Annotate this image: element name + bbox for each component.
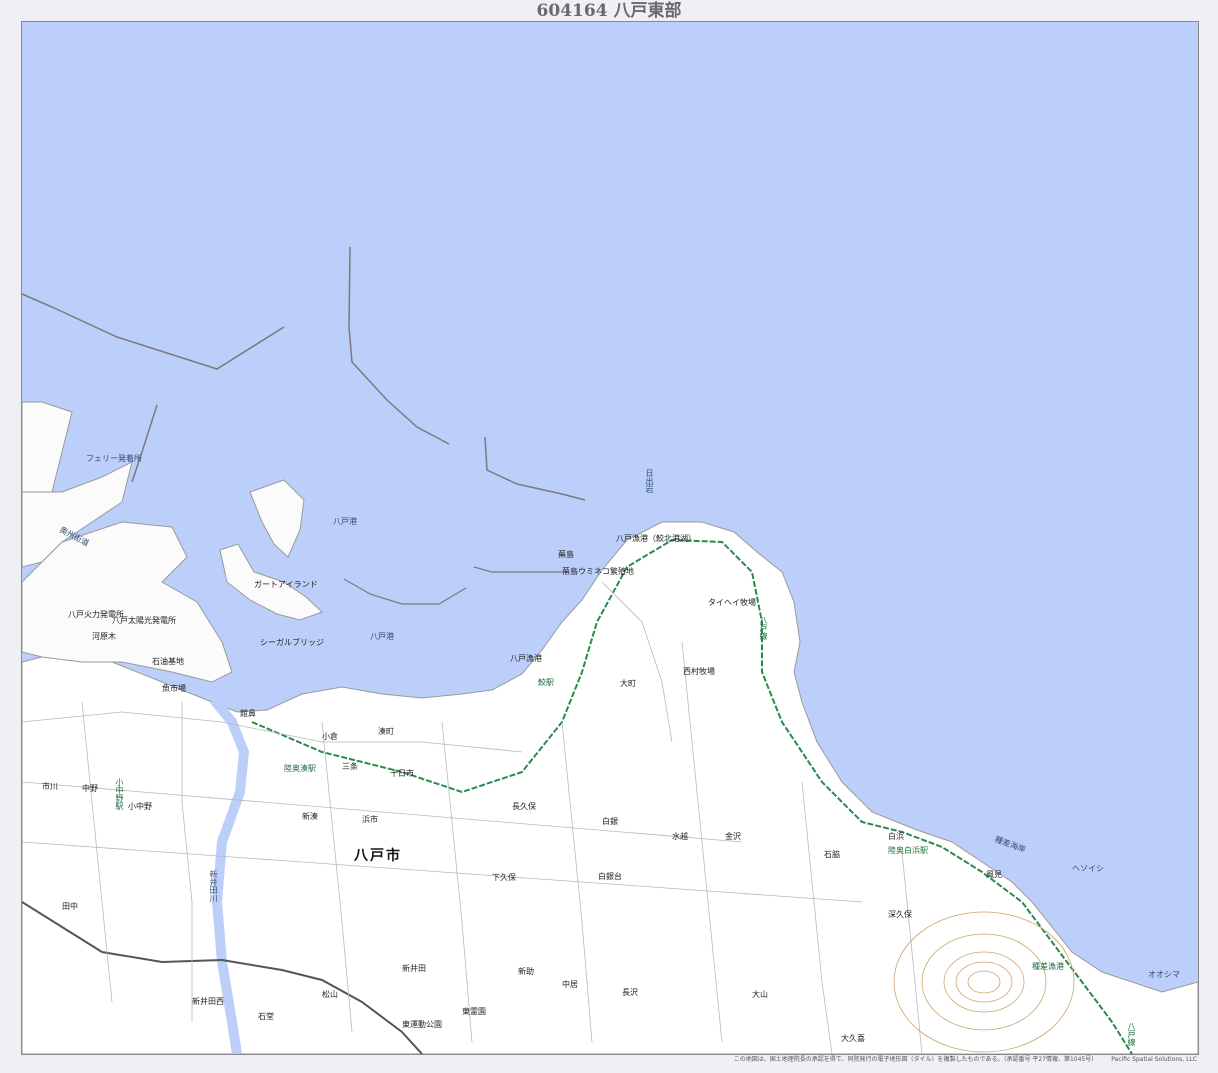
label-toei-park: 東霊園 <box>462 1007 486 1016</box>
label-taiheiyo-power: 八戸太陽光発電所 <box>112 616 176 625</box>
label-shinsuke: 新助 <box>518 967 534 976</box>
label-nagawa: 長久保 <box>512 802 536 811</box>
label-nakai: 中居 <box>562 980 578 989</box>
label-ishido: 石堂 <box>258 1012 274 1021</box>
label-ferry-terminal: フェリー発着所 <box>86 454 142 463</box>
label-mutsuminato-station: 陸奥湊駅 <box>284 764 316 773</box>
label-hibiki: 日出岩 <box>645 469 654 493</box>
label-sekiyu: 石油基地 <box>152 657 184 666</box>
label-shirogane: 白銀 <box>602 817 618 826</box>
label-minato: 湊町 <box>378 727 394 736</box>
label-shinminato: 新湊 <box>302 812 318 821</box>
label-hamachi: 浜市 <box>362 815 378 824</box>
label-matsuyama: 松山 <box>322 990 338 999</box>
label-kanezawa: 金沢 <box>725 832 741 841</box>
label-samae-station: 鮫駅 <box>538 678 554 687</box>
label-oonishima: オオシマ <box>1148 970 1180 979</box>
label-nishimura-farm: 西村牧場 <box>683 667 715 676</box>
label-gyoshi: 魚市場 <box>162 684 186 693</box>
map-graphic <box>22 22 1198 1054</box>
label-kabushima: 蕪島 <box>558 550 574 559</box>
label-kazami: 風見 <box>986 870 1002 879</box>
label-fishing-port-north: 八戸漁港（鮫北港湖） <box>616 534 696 543</box>
sheet-code: 604164 <box>536 1 608 21</box>
map-frame[interactable]: 八戸港 八戸港 ガートアイランド シーガルブリッジ フェリー発着所 蕪島 蕪島ウ… <box>21 21 1199 1055</box>
label-tosaka: 十日市 <box>390 769 414 778</box>
label-ooyama: 大山 <box>752 990 768 999</box>
label-konakano-station: 小中野駅 <box>115 778 124 810</box>
label-sanjo: 三条 <box>342 762 358 771</box>
footer-publisher: Pacific Spatial Solutions, LLC <box>1111 1056 1197 1063</box>
label-ohmachi: 大町 <box>620 679 636 688</box>
label-shirogane-dai: 白銀台 <box>598 872 622 881</box>
footer-credit: この地図は、国土地理院長の承認を得て、同院発行の電子地形図（タイル）を複製したも… <box>733 1056 1098 1063</box>
label-hachinohe-port: 八戸港 <box>333 517 357 526</box>
sheet-name: 八戸東部 <box>613 1 682 21</box>
label-fukaho: 深久保 <box>888 910 912 919</box>
label-higashi-park: 東運動公園 <box>402 1020 442 1029</box>
label-ichikawa: 市川 <box>42 782 58 791</box>
label-tako: 館鼻 <box>240 709 256 718</box>
label-mutsushirahama-station: 陸奥白浜駅 <box>888 846 928 855</box>
sheet-title: 604164 八戸東部 <box>0 0 1218 22</box>
label-shinmachi: 新井田 <box>402 964 426 973</box>
label-hachinohe-line-north: 八戸線 <box>759 616 768 640</box>
label-daikumaya: 大久喜 <box>841 1034 865 1043</box>
label-nakano: 中野 <box>82 784 98 793</box>
label-gate-island: ガートアイランド <box>254 580 318 589</box>
label-hachinohe-line-south: 八戸線 <box>1127 1022 1136 1046</box>
label-tagawa: 田中 <box>62 902 78 911</box>
label-seagull-bridge: シーガルブリッジ <box>260 638 324 647</box>
label-mizukoshi: 水越 <box>672 832 688 841</box>
label-kokura: 小倉 <box>322 732 338 741</box>
label-konakano: 小中野 <box>128 802 152 811</box>
label-isegamisaki: 石脇 <box>824 850 840 859</box>
label-taipei-farm: タイヘイ牧場 <box>708 598 756 607</box>
label-shin-iwata-river: 新井田川 <box>209 870 218 902</box>
label-city: 八戸市 <box>354 848 402 864</box>
label-hasegawa: 長沢 <box>622 988 638 997</box>
map-footer: この地図は、国土地理院長の承認を得て、同院発行の電子地形図（タイル）を複製したも… <box>21 1053 1197 1067</box>
label-shimoinuzawa: 新井田西 <box>192 997 224 1006</box>
label-kabushima-umineko: 蕪島ウミネコ繁殖地 <box>562 567 634 576</box>
label-hachinohe-port-2: 八戸港 <box>370 632 394 641</box>
label-shimokubo: 下久保 <box>492 873 516 882</box>
label-fishing-port-south: 八戸漁港 <box>510 654 542 663</box>
label-shirahama: 白浜 <box>888 832 904 841</box>
label-hebiishi: ヘソイシ <box>1072 864 1104 873</box>
label-kawaguchi: 河原木 <box>92 632 116 641</box>
label-senbokuba: 種差漁港 <box>1032 962 1064 971</box>
